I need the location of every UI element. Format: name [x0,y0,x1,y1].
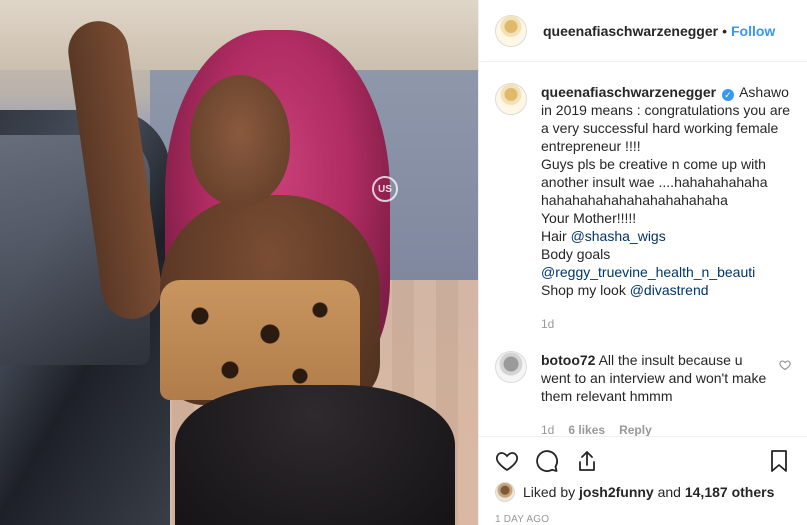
reply-body: botoo72 All the insult because u went to… [541,351,771,436]
comment-like-heart-icon[interactable] [779,359,791,371]
reply-age[interactable]: 1d [541,421,554,436]
caption-line: Your Mother!!!!! [541,210,637,226]
save-button[interactable] [759,441,799,481]
caption-body: queenafiaschwarzenegger ✓ Ashawo in 2019… [541,83,791,333]
author-username[interactable]: queenafiaschwarzenegger [543,23,718,39]
reply-button[interactable]: Reply [619,421,652,436]
caption-comment: queenafiaschwarzenegger ✓ Ashawo in 2019… [495,83,791,333]
post-side-panel: queenafiaschwarzenegger • Follow queenaf… [478,0,807,525]
verified-badge-icon: ✓ [721,89,734,101]
post-photo[interactable]: US [0,0,478,525]
reply-likes[interactable]: 6 likes [568,421,605,436]
bookmark-icon [771,449,787,472]
follow-button[interactable]: Follow [731,23,775,39]
reply-avatar[interactable] [495,351,527,383]
mention-link[interactable]: @reggy_truevine_health_n_beauti [541,264,755,280]
likes-count[interactable]: 14,187 others [685,484,775,500]
author-avatar[interactable] [495,14,527,47]
caption-body-label: Body goals [541,246,611,262]
caption-hair-label: Hair [541,228,567,244]
reply-meta: 1d 6 likes Reply [541,421,771,436]
like-button[interactable] [487,441,527,481]
subject-leopard-top [160,280,360,400]
post-timestamp[interactable]: 1 DAY AGO [495,514,549,525]
likes-summary: Liked by josh2funny and 14,187 others [495,482,791,502]
share-button[interactable] [567,441,607,481]
header-separator: • [722,22,727,39]
caption-line: Guys pls be creative n come up with anot… [541,156,768,208]
comment-button[interactable] [527,441,567,481]
likes-conj: and [657,484,681,500]
comments-list[interactable]: queenafiaschwarzenegger ✓ Ashawo in 2019… [479,63,807,436]
mention-link[interactable]: @shasha_wigs [571,228,666,244]
caption-age[interactable]: 1d [541,315,554,333]
comment-icon [536,449,558,472]
caption-username[interactable]: queenafiaschwarzenegger [541,84,716,100]
action-bar [479,436,807,484]
likes-prefix: Liked by [523,484,576,500]
photo-watermark: US [372,176,398,202]
subject-skirt [175,385,455,525]
caption-shop-label: Shop my look [541,282,626,298]
caption-avatar[interactable] [495,83,527,115]
post-header: queenafiaschwarzenegger • Follow [479,0,807,62]
reply-comment: botoo72 All the insult because u went to… [495,351,791,436]
caption-meta: 1d [541,315,791,333]
heart-icon [495,451,519,471]
reply-username[interactable]: botoo72 [541,352,595,368]
mention-link[interactable]: @divastrend [630,282,709,298]
liker-avatar[interactable] [495,482,515,502]
share-icon [579,450,595,471]
liker-username[interactable]: josh2funny [579,484,654,500]
subject-face [190,75,290,205]
